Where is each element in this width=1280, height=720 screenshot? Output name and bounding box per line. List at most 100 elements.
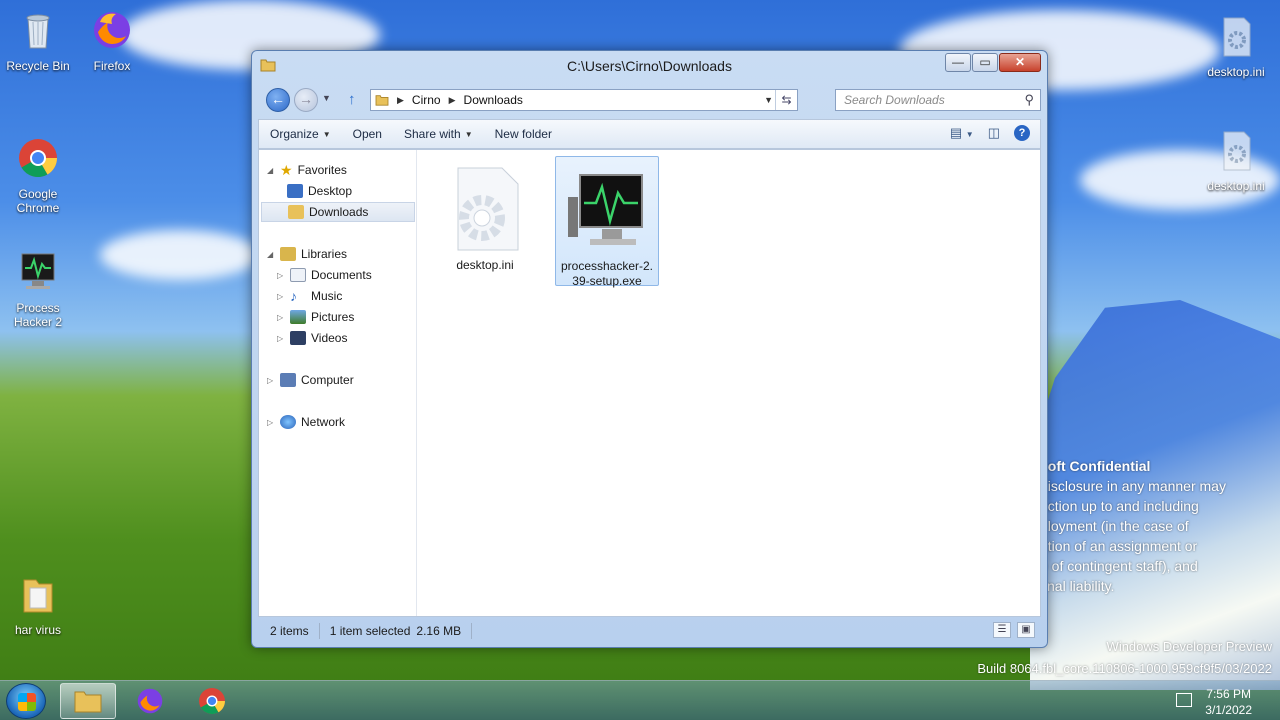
nav-libraries[interactable]: ◢ Libraries [267, 244, 347, 264]
watermark-line: action up to and including [1040, 498, 1199, 514]
settings-file-icon [457, 167, 519, 251]
nav-favorites[interactable]: ◢ ★ Favorites [267, 160, 347, 180]
nav-label: Desktop [308, 184, 353, 198]
desktop-icon-label: desktop.ini [1207, 65, 1265, 79]
taskbar-explorer[interactable] [60, 683, 116, 719]
new-folder-label: New folder [494, 127, 552, 141]
start-button[interactable] [6, 683, 46, 719]
new-folder-button[interactable]: New folder [484, 127, 563, 141]
breadcrumb-cirno[interactable]: Cirno [412, 93, 441, 107]
breadcrumb-separator-icon[interactable]: ▶ [397, 95, 404, 106]
close-button[interactable]: ✕ [999, 53, 1041, 72]
open-button[interactable]: Open [342, 127, 393, 141]
libraries-icon [280, 247, 296, 261]
collapsed-arrow-icon[interactable]: ▷ [267, 376, 275, 385]
content-area: ◢ ★ Favorites Desktop Downloads ◢ Librar… [258, 149, 1041, 617]
up-level-button[interactable]: ↑ [348, 91, 356, 108]
large-icons-view-icon[interactable]: ▣ [1017, 622, 1035, 638]
file-name: desktop.ini [456, 258, 514, 272]
breadcrumb-downloads[interactable]: Downloads [464, 93, 523, 107]
refresh-button[interactable]: ⇆ [775, 90, 797, 110]
clock-date: 3/1/2022 [1205, 703, 1252, 717]
details-view-icon[interactable]: ☰ [993, 622, 1011, 638]
nav-label: Favorites [297, 163, 347, 177]
network-icon [280, 415, 296, 429]
system-clock[interactable]: 7:56 PM 3/1/2022 [1205, 686, 1252, 718]
computer-icon [280, 373, 296, 387]
chrome-icon [19, 139, 58, 178]
address-input[interactable]: ▶ Cirno ▶ Downloads ▼ ⇆ [370, 89, 798, 111]
window-title: C:\Users\Cirno\Downloads [567, 58, 732, 74]
forward-button[interactable]: → [294, 88, 318, 112]
search-placeholder: Search Downloads [844, 93, 945, 107]
collapsed-arrow-icon[interactable]: ▷ [277, 334, 285, 343]
title-bar[interactable]: C:\Users\Cirno\Downloads — ▭ ✕ [252, 51, 1047, 81]
desktop-icon-recycle-bin[interactable]: Recycle Bin [0, 8, 76, 73]
nav-label: Computer [301, 373, 354, 387]
preview-pane-icon[interactable]: ◫ [988, 125, 1000, 141]
file-name: processhacker-2.39-setup.exe [560, 259, 654, 288]
settings-file-icon [1223, 131, 1251, 171]
nav-music[interactable]: ▷ ♪ Music [277, 286, 342, 306]
folder-icon [23, 579, 53, 613]
nav-downloads[interactable]: Downloads [261, 202, 415, 222]
desktop-icon [287, 184, 303, 198]
file-list: desktop.ini processhacker-2.39-setup.exe [419, 150, 1040, 616]
file-item-desktop-ini[interactable]: desktop.ini [433, 156, 537, 273]
downloads-folder-icon [288, 205, 304, 219]
change-view-icon[interactable]: ▤ ▼ [950, 125, 974, 141]
nav-network[interactable]: ▷ Network [267, 412, 345, 432]
desktop-icon-process-hacker[interactable]: Process Hacker 2 [0, 236, 76, 343]
nav-label: Pictures [311, 310, 355, 324]
collapsed-arrow-icon[interactable]: ▷ [277, 271, 285, 280]
desktop-icon-firefox[interactable]: Firefox [74, 8, 150, 73]
watermark-line: disclosure in any manner may [1040, 478, 1226, 494]
back-button[interactable]: ← [266, 88, 290, 112]
collapsed-arrow-icon[interactable]: ▷ [267, 418, 275, 427]
address-dropdown-icon[interactable]: ▼ [764, 95, 773, 105]
taskbar-chrome[interactable] [184, 683, 240, 719]
nav-computer[interactable]: ▷ Computer [267, 370, 354, 390]
nav-pictures[interactable]: ▷ Pictures [277, 307, 354, 327]
open-label: Open [352, 127, 382, 141]
desktop-icon-label: Google Chrome [16, 187, 60, 215]
breadcrumb-separator-icon[interactable]: ▶ [449, 95, 456, 106]
search-input[interactable]: Search Downloads ⚲ [835, 89, 1041, 111]
collapsed-arrow-icon[interactable]: ▷ [277, 313, 285, 322]
organize-button[interactable]: Organize ▼ [259, 127, 342, 141]
nav-documents[interactable]: ▷ Documents [277, 265, 372, 285]
desktop-icon-har-virus[interactable]: har virus [0, 572, 76, 637]
address-bar: ← → ▼ ↑ ▶ Cirno ▶ Downloads ▼ ⇆ Search D… [260, 87, 1041, 113]
watermark-line: cnal liability. [1040, 578, 1115, 594]
maximize-button[interactable]: ▭ [972, 53, 998, 72]
desktop-icon-chrome[interactable]: Google Chrome [0, 122, 76, 229]
taskbar-firefox[interactable] [122, 683, 178, 719]
item-count: 2 items [270, 624, 309, 638]
expanded-arrow-icon[interactable]: ◢ [267, 166, 275, 175]
nav-label: Libraries [301, 247, 348, 261]
minimize-button[interactable]: — [945, 53, 971, 72]
documents-icon [290, 268, 306, 282]
status-bar: 2 items 1 item selected 2.16 MB ☰ ▣ [258, 617, 1041, 645]
desktop-icon-desktop-ini[interactable]: desktop.ini [1198, 14, 1274, 79]
watermark-line: e of contingent staff), and [1040, 558, 1198, 574]
help-icon[interactable]: ? [1014, 125, 1030, 141]
nav-videos[interactable]: ▷ Videos [277, 328, 347, 348]
expanded-arrow-icon[interactable]: ◢ [267, 250, 275, 259]
desktop-icon-desktop-ini[interactable]: desktop.ini [1198, 128, 1274, 193]
network-tray-icon[interactable] [1176, 693, 1192, 707]
recent-locations-dropdown[interactable]: ▼ [322, 93, 331, 103]
nav-desktop[interactable]: Desktop [287, 181, 352, 201]
view-controls: ▤ ▼ ◫ ? [950, 125, 1030, 141]
desktop-icon-label: har virus [14, 623, 61, 637]
watermark-line: ployment (in the case of [1040, 518, 1189, 534]
file-item-processhacker-setup[interactable]: processhacker-2.39-setup.exe [555, 156, 659, 288]
status-view-toggles: ☰ ▣ [993, 622, 1035, 638]
music-icon: ♪ [290, 288, 297, 304]
collapsed-arrow-icon[interactable]: ▷ [277, 292, 285, 301]
nav-label: Downloads [309, 205, 369, 219]
nav-label: Videos [311, 331, 348, 345]
selection-size: 2.16 MB [416, 624, 462, 638]
share-with-button[interactable]: Share with ▼ [393, 127, 484, 141]
watermark-title: soft Confidential [1040, 458, 1151, 474]
